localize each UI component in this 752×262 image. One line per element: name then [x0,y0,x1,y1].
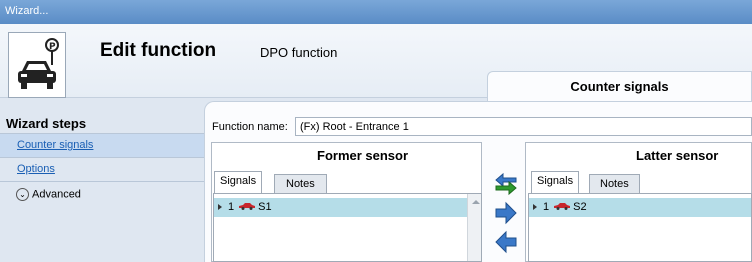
function-name-label: Function name: [212,121,288,133]
divider [0,181,204,182]
chevron-down-icon[interactable]: ⌄ [16,188,29,201]
tab-latter-signals[interactable]: Signals [531,171,580,193]
move-right-button[interactable] [494,201,518,225]
row-marker-icon [218,204,222,211]
row-marker-icon [533,204,537,211]
sidebar-item-options[interactable]: Options [0,158,204,181]
tab-counter-signals[interactable]: Counter signals [487,71,752,101]
page-title: Edit function [100,40,217,61]
scroll-up-icon[interactable] [472,200,480,204]
swap-sensors-button[interactable] [494,172,518,196]
former-sensor-title: Former sensor [317,148,409,163]
arrow-left-icon [495,230,517,254]
window-title: Wizard... [5,5,49,17]
tab-latter-notes[interactable]: Notes [589,174,640,194]
move-left-button[interactable] [494,230,518,254]
sidebar-item-label[interactable]: Options [17,163,55,175]
signal-index: 1 [543,201,550,213]
latter-sensor-title: Latter sensor [636,148,719,163]
advanced-expander[interactable]: ⌄ Advanced [0,183,204,206]
svg-text:P: P [49,42,56,52]
list-item[interactable]: 1 S1 [214,198,467,217]
arrow-right-icon [495,201,517,225]
former-signals-list: 1 S1 [213,193,482,262]
tab-former-notes[interactable]: Notes [274,174,327,194]
advanced-label: Advanced [32,188,81,201]
wizard-steps-heading: Wizard steps [6,116,87,131]
sidebar-item-counter-signals[interactable]: Counter signals [0,134,204,157]
sidebar-item-label[interactable]: Counter signals [17,139,93,151]
signal-name: S2 [573,201,587,213]
former-list-scrollbar[interactable] [467,194,481,261]
parking-car-logo: P [8,32,66,98]
car-parking-icon: P [18,38,59,89]
car-icon [553,201,571,213]
function-name-input[interactable]: (Fx) Root - Entrance 1 [295,117,752,136]
wizard-sidebar: Wizard steps Counter signals Options ⌄ Ad… [0,98,204,262]
car-icon [238,201,256,213]
function-type-label: DPO function [260,45,338,60]
tab-former-signals[interactable]: Signals [214,171,263,193]
latter-signals-list: 1 S2 [528,193,752,262]
window-title-bar: Wizard... [0,0,752,24]
list-item[interactable]: 1 S2 [529,198,751,217]
signal-index: 1 [228,201,235,213]
swap-arrows-icon [495,172,517,196]
signal-name: S1 [258,201,272,213]
